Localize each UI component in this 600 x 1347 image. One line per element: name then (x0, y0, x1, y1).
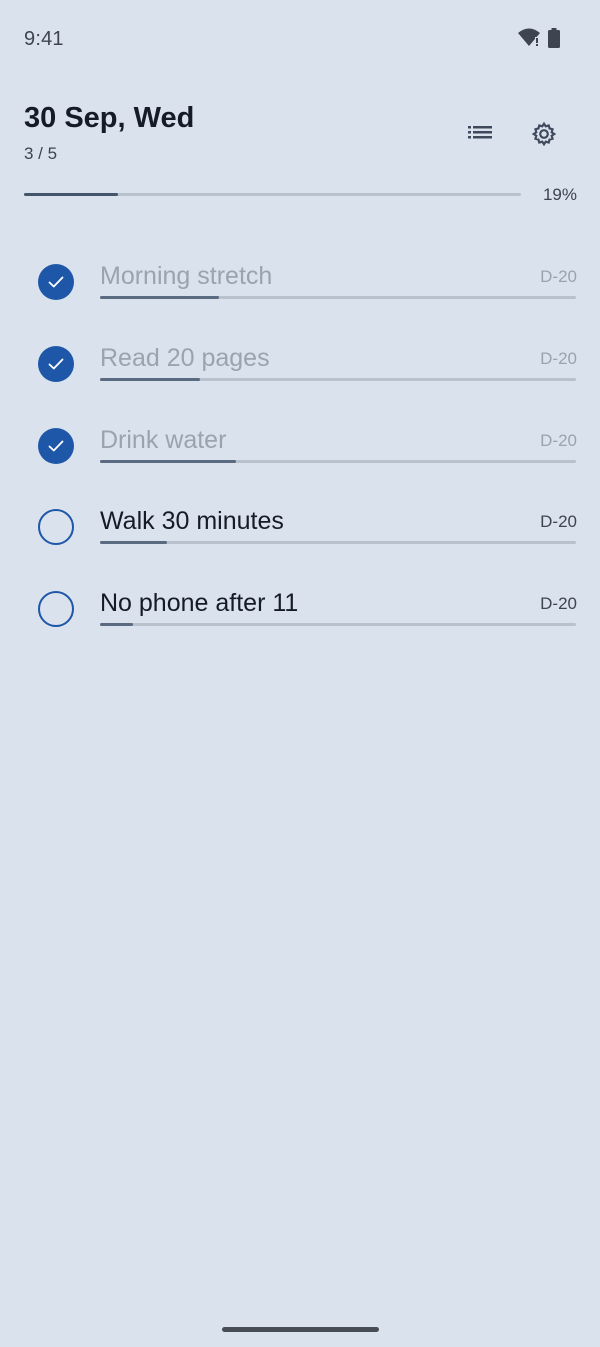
checked-checkbox[interactable] (38, 264, 74, 300)
dday-label: D-20 (540, 267, 577, 286)
list-button[interactable] (460, 116, 500, 156)
unchecked-checkbox[interactable] (38, 509, 74, 546)
habit-progress-fill (100, 541, 167, 545)
habit-progress-bar (100, 623, 576, 626)
habit-progress-bar (100, 541, 576, 545)
habit-row[interactable]: Walk 30 minutes D-20 (0, 481, 600, 563)
checkmark-icon (48, 358, 64, 370)
completed-count: 3 / 5 (24, 144, 58, 163)
habit-progress-bar (100, 377, 576, 381)
list-icon (468, 125, 492, 148)
status-icons (518, 28, 560, 48)
habit-row[interactable]: Morning stretch D-20 (0, 236, 600, 318)
habit-progress-bar (100, 296, 576, 299)
habit-row[interactable]: Read 20 pages D-20 (0, 318, 600, 400)
dday-label: D-20 (540, 430, 577, 450)
checkmark-icon (48, 276, 64, 288)
battery-icon (548, 28, 560, 48)
dday-label: D-20 (540, 348, 577, 368)
overall-progress-bar (24, 193, 521, 196)
habit-progress-bar (100, 459, 576, 463)
page-title: 30 Sep, Wed (24, 102, 195, 134)
checked-checkbox[interactable] (38, 427, 74, 464)
wifi-icon (518, 28, 540, 48)
habit-progress-fill (100, 296, 219, 299)
overall-progress-label: 19% (542, 185, 577, 204)
habit-name: No phone after 11 (100, 589, 299, 617)
habit-name: Walk 30 minutes (100, 507, 284, 536)
habit-progress-fill (100, 459, 236, 463)
habit-progress-fill (100, 377, 200, 381)
habit-name: Drink water (100, 425, 227, 454)
dday-label: D-20 (540, 594, 577, 613)
settings-icon (531, 121, 557, 152)
overall-progress-fill (24, 193, 119, 196)
settings-button[interactable] (524, 116, 564, 156)
unchecked-checkbox[interactable] (38, 591, 74, 627)
dday-label: D-20 (540, 512, 577, 532)
checked-checkbox[interactable] (38, 345, 74, 382)
habit-row[interactable]: Drink water D-20 (0, 400, 600, 482)
habit-name: Read 20 pages (100, 343, 270, 372)
habit-row[interactable]: No phone after 11 D-20 (0, 563, 600, 645)
home-indicator[interactable] (222, 1327, 379, 1332)
habit-name: Morning stretch (100, 262, 273, 290)
habit-progress-fill (100, 623, 134, 626)
screen: 9:41 30 Sep, Wed 3 / 5 19% Morning stret… (0, 0, 600, 1347)
status-time: 9:41 (24, 28, 64, 50)
checkmark-icon (48, 440, 64, 452)
